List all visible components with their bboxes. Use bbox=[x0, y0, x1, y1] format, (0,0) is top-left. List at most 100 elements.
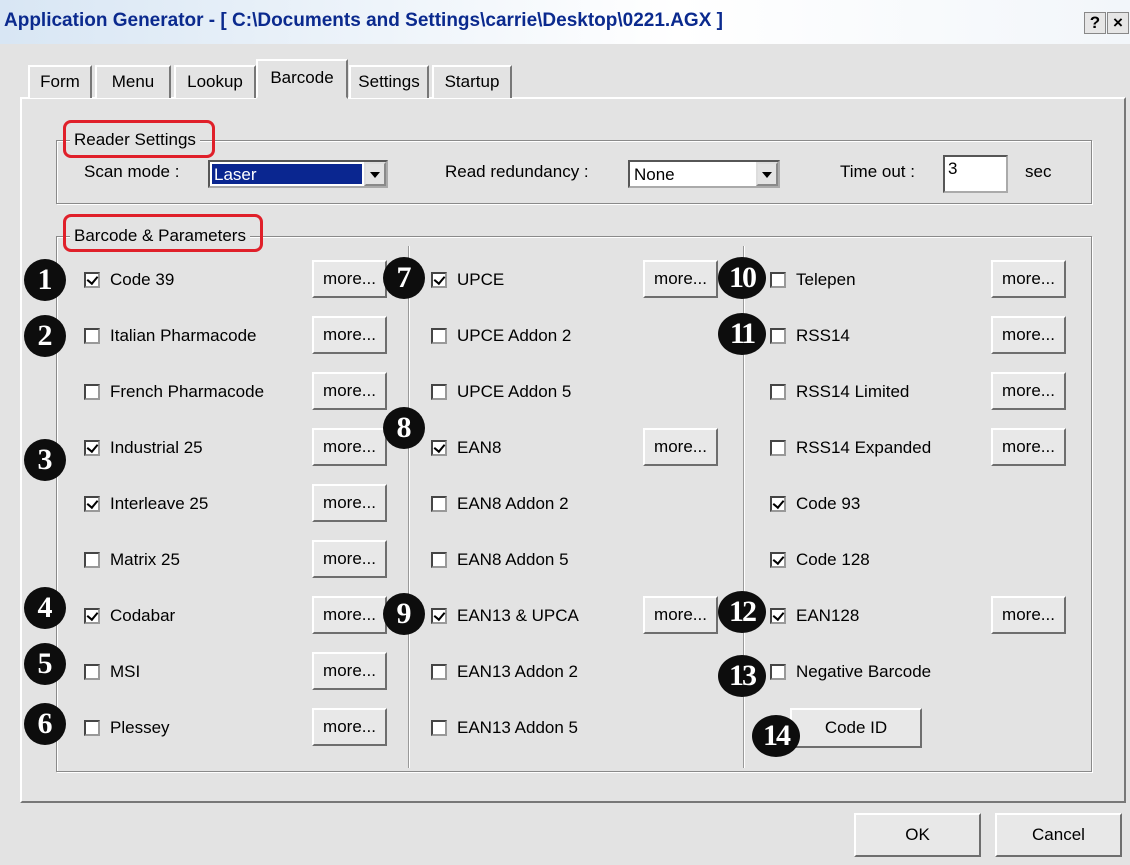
close-button[interactable]: × bbox=[1107, 12, 1129, 34]
checkbox[interactable] bbox=[84, 664, 100, 680]
barcode-option[interactable]: UPCE Addon 5 bbox=[431, 377, 681, 407]
checkbox[interactable] bbox=[770, 328, 786, 344]
barcode-option[interactable]: Plessey bbox=[84, 713, 334, 743]
checkbox[interactable] bbox=[431, 552, 447, 568]
more-button[interactable]: more... bbox=[991, 316, 1066, 354]
checkbox[interactable] bbox=[84, 272, 100, 288]
checkbox[interactable] bbox=[84, 440, 100, 456]
more-button[interactable]: more... bbox=[312, 540, 387, 578]
more-button[interactable]: more... bbox=[643, 260, 718, 298]
barcode-option-label: EAN8 Addon 5 bbox=[457, 550, 569, 569]
barcode-option[interactable]: Italian Pharmacode bbox=[84, 321, 334, 351]
barcode-option[interactable]: RSS14 Limited bbox=[770, 377, 1020, 407]
barcode-option[interactable]: Negative Barcode bbox=[770, 657, 1020, 687]
callout-badge: 6 bbox=[24, 703, 66, 745]
ok-button[interactable]: OK bbox=[854, 813, 981, 857]
barcode-option[interactable]: Telepen bbox=[770, 265, 1020, 295]
barcode-option[interactable]: Code 39 bbox=[84, 265, 334, 295]
code-id-button[interactable]: Code ID bbox=[790, 708, 922, 748]
barcode-option-label: EAN13 & UPCA bbox=[457, 606, 579, 625]
more-button[interactable]: more... bbox=[312, 708, 387, 746]
callout-badge: 3 bbox=[24, 439, 66, 481]
checkbox[interactable] bbox=[84, 552, 100, 568]
checkbox[interactable] bbox=[84, 608, 100, 624]
barcode-option[interactable]: EAN13 Addon 2 bbox=[431, 657, 681, 687]
barcode-option-label: RSS14 bbox=[796, 326, 850, 345]
checkbox[interactable] bbox=[431, 272, 447, 288]
checkbox[interactable] bbox=[431, 664, 447, 680]
barcode-option[interactable]: French Pharmacode bbox=[84, 377, 334, 407]
barcode-option[interactable]: Interleave 25 bbox=[84, 489, 334, 519]
scan-mode-label: Scan mode : bbox=[84, 162, 180, 181]
more-button[interactable]: more... bbox=[991, 372, 1066, 410]
checkbox[interactable] bbox=[84, 720, 100, 736]
checkbox[interactable] bbox=[431, 440, 447, 456]
tab-menu[interactable]: Menu bbox=[95, 65, 171, 98]
checkbox[interactable] bbox=[770, 608, 786, 624]
barcode-option[interactable]: Code 128 bbox=[770, 545, 1020, 575]
checkbox[interactable] bbox=[770, 440, 786, 456]
more-button[interactable]: more... bbox=[312, 260, 387, 298]
checkbox[interactable] bbox=[431, 720, 447, 736]
more-button[interactable]: more... bbox=[312, 316, 387, 354]
more-button[interactable]: more... bbox=[991, 260, 1066, 298]
help-button[interactable]: ? bbox=[1084, 12, 1106, 34]
checkbox[interactable] bbox=[84, 384, 100, 400]
checkbox[interactable] bbox=[770, 664, 786, 680]
chevron-down-icon[interactable] bbox=[756, 162, 778, 186]
checkbox[interactable] bbox=[431, 384, 447, 400]
barcode-option-label: Plessey bbox=[110, 718, 170, 737]
more-button[interactable]: more... bbox=[991, 596, 1066, 634]
tab-barcode[interactable]: Barcode bbox=[256, 59, 348, 99]
barcode-option[interactable]: EAN128 bbox=[770, 601, 1020, 631]
read-redundancy-select[interactable]: None bbox=[628, 160, 780, 188]
highlight-box bbox=[63, 214, 263, 252]
barcode-option[interactable]: EAN13 Addon 5 bbox=[431, 713, 681, 743]
tab-lookup[interactable]: Lookup bbox=[174, 65, 256, 98]
barcode-option[interactable]: Matrix 25 bbox=[84, 545, 334, 575]
barcode-option[interactable]: RSS14 Expanded bbox=[770, 433, 1020, 463]
chevron-down-icon[interactable] bbox=[364, 162, 386, 186]
tab-form[interactable]: Form bbox=[28, 65, 92, 98]
tab-settings[interactable]: Settings bbox=[349, 65, 429, 98]
scan-mode-select[interactable]: Laser bbox=[208, 160, 388, 188]
checkbox[interactable] bbox=[431, 328, 447, 344]
more-button[interactable]: more... bbox=[312, 484, 387, 522]
barcode-option-label: EAN128 bbox=[796, 606, 860, 625]
barcode-option[interactable]: Industrial 25 bbox=[84, 433, 334, 463]
checkbox[interactable] bbox=[431, 608, 447, 624]
callout-badge: 7 bbox=[383, 257, 425, 299]
checkbox[interactable] bbox=[84, 496, 100, 512]
barcode-option[interactable]: RSS14 bbox=[770, 321, 1020, 351]
checkbox[interactable] bbox=[84, 328, 100, 344]
callout-badge: 5 bbox=[24, 643, 66, 685]
more-button[interactable]: more... bbox=[312, 372, 387, 410]
callout-badge: 14 bbox=[752, 715, 800, 757]
checkbox[interactable] bbox=[770, 272, 786, 288]
barcode-option[interactable]: UPCE Addon 2 bbox=[431, 321, 681, 351]
callout-badge: 9 bbox=[383, 593, 425, 635]
column-divider bbox=[408, 246, 410, 768]
barcode-option[interactable]: MSI bbox=[84, 657, 334, 687]
more-button[interactable]: more... bbox=[312, 652, 387, 690]
barcode-option[interactable]: Code 93 bbox=[770, 489, 1020, 519]
barcode-option[interactable]: EAN8 Addon 5 bbox=[431, 545, 681, 575]
more-button[interactable]: more... bbox=[312, 428, 387, 466]
cancel-button[interactable]: Cancel bbox=[995, 813, 1122, 857]
barcode-option[interactable]: Codabar bbox=[84, 601, 334, 631]
more-button[interactable]: more... bbox=[643, 596, 718, 634]
timeout-input[interactable]: 3 bbox=[943, 155, 1008, 193]
barcode-option-label: RSS14 Limited bbox=[796, 382, 910, 401]
more-button[interactable]: more... bbox=[991, 428, 1066, 466]
barcode-option-label: Code 128 bbox=[796, 550, 870, 569]
checkbox[interactable] bbox=[431, 496, 447, 512]
more-button[interactable]: more... bbox=[312, 596, 387, 634]
more-button[interactable]: more... bbox=[643, 428, 718, 466]
tab-startup[interactable]: Startup bbox=[432, 65, 512, 98]
barcode-option-label: EAN13 Addon 2 bbox=[457, 662, 578, 681]
checkbox[interactable] bbox=[770, 384, 786, 400]
highlight-box bbox=[63, 120, 215, 158]
checkbox[interactable] bbox=[770, 496, 786, 512]
barcode-option[interactable]: EAN8 Addon 2 bbox=[431, 489, 681, 519]
checkbox[interactable] bbox=[770, 552, 786, 568]
